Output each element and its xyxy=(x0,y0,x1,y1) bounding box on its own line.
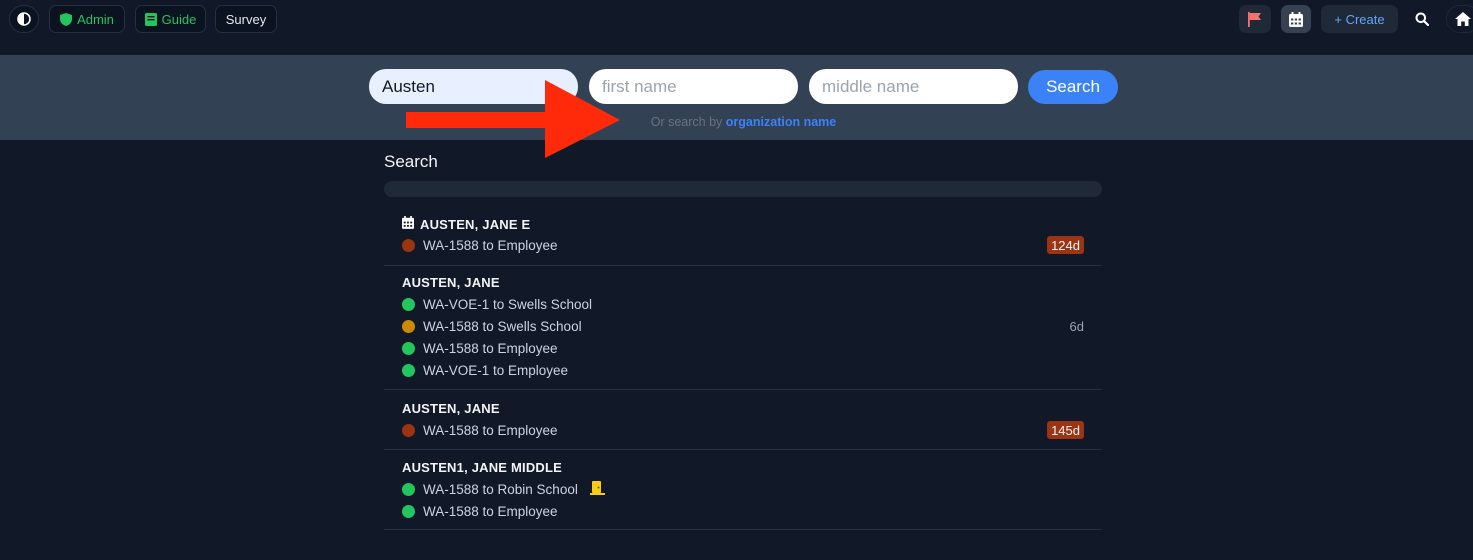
alternate-search-hint: Or search by organization name xyxy=(0,115,1473,129)
form-label: WA-1588 to Swells School xyxy=(423,318,582,334)
search-button[interactable]: Search xyxy=(1028,70,1118,104)
person-name-text: AUSTEN, JANE xyxy=(402,401,500,416)
overdue-badge: 124d xyxy=(1047,236,1084,254)
flag-button[interactable] xyxy=(1239,5,1271,33)
survey-button[interactable]: Survey xyxy=(215,5,277,33)
status-dot-icon xyxy=(402,319,415,333)
result-card[interactable]: AUSTEN, JANE WA-VOE-1 to Swells School W… xyxy=(384,266,1102,390)
results-progress-fill xyxy=(384,181,1102,197)
status-dot-icon xyxy=(402,504,415,518)
form-label: WA-1588 to Employee xyxy=(423,422,558,438)
book-icon xyxy=(144,12,157,26)
contrast-icon xyxy=(17,12,31,26)
form-label: WA-1588 to Employee xyxy=(423,237,558,253)
form-row[interactable]: WA-1588 to Employee xyxy=(402,502,558,520)
calendar-button[interactable] xyxy=(1281,5,1311,33)
person-name: AUSTEN, JANE E xyxy=(402,216,530,232)
admin-label: Admin xyxy=(77,11,114,27)
door-icon xyxy=(589,480,605,498)
days-label: 6d xyxy=(1069,319,1084,334)
calendar-icon xyxy=(1289,11,1303,27)
person-name-text: AUSTEN, JANE xyxy=(402,275,500,290)
form-row[interactable]: WA-1588 to Employee xyxy=(402,421,558,439)
form-label: WA-1588 to Employee xyxy=(423,340,558,356)
result-card[interactable]: AUSTEN1, JANE MIDDLE WA-1588 to Robin Sc… xyxy=(384,450,1102,530)
shield-icon xyxy=(60,12,73,26)
form-row[interactable]: WA-1588 to Robin School xyxy=(402,480,605,498)
calendar-icon xyxy=(402,216,414,232)
guide-label: Guide xyxy=(161,11,197,27)
form-row[interactable]: WA-1588 to Employee xyxy=(402,236,558,254)
form-label: WA-1588 to Robin School xyxy=(423,481,578,497)
search-panel: Search Or search by organization name xyxy=(0,55,1473,140)
admin-button[interactable]: Admin xyxy=(49,5,125,33)
status-dot-icon xyxy=(402,482,415,496)
search-icon xyxy=(1415,12,1429,26)
form-label: WA-1588 to Employee xyxy=(423,503,558,519)
form-row[interactable]: WA-VOE-1 to Employee xyxy=(402,361,568,379)
overdue-badge: 145d xyxy=(1047,421,1084,439)
status-dot-icon xyxy=(402,423,415,437)
flag-icon xyxy=(1248,11,1262,27)
person-name-text: AUSTEN, JANE E xyxy=(420,216,531,232)
global-search-button[interactable] xyxy=(1407,5,1437,33)
status-dot-icon xyxy=(402,341,415,355)
form-label: WA-VOE-1 to Employee xyxy=(423,362,569,378)
person-name-text: AUSTEN1, JANE MIDDLE xyxy=(402,460,563,475)
top-toolbar: Admin Guide Survey + Create xyxy=(0,0,1473,38)
result-card[interactable]: AUSTEN, JANE WA-1588 to Employee 145d xyxy=(384,390,1102,450)
annotation-arrow-icon xyxy=(406,80,620,158)
middle-name-input[interactable] xyxy=(809,69,1018,104)
organization-search-link[interactable]: organization name xyxy=(726,115,836,129)
results-title: Search xyxy=(384,152,438,171)
result-card[interactable]: AUSTEN, JANE E WA-1588 to Employee 124d xyxy=(384,207,1102,266)
form-label: WA-VOE-1 to Swells School xyxy=(423,296,593,312)
person-name: AUSTEN, JANE xyxy=(402,275,500,290)
person-name: AUSTEN, JANE xyxy=(402,401,500,416)
guide-button[interactable]: Guide xyxy=(135,5,206,33)
status-dot-icon xyxy=(402,363,415,377)
results-progress-bar xyxy=(384,181,1102,197)
home-button[interactable] xyxy=(1446,5,1473,33)
status-dot-icon xyxy=(402,297,415,311)
theme-toggle-button[interactable] xyxy=(9,5,39,33)
status-dot-icon xyxy=(402,238,415,252)
create-label: + Create xyxy=(1334,11,1385,27)
survey-label: Survey xyxy=(225,11,267,27)
person-name: AUSTEN1, JANE MIDDLE xyxy=(402,460,562,475)
form-row[interactable]: WA-1588 to Employee xyxy=(402,339,558,357)
create-button[interactable]: + Create xyxy=(1321,5,1398,33)
form-row[interactable]: WA-VOE-1 to Swells School xyxy=(402,295,592,313)
alternate-search-text: Or search by xyxy=(650,115,723,129)
form-row[interactable]: WA-1588 to Swells School xyxy=(402,317,582,335)
home-icon xyxy=(1455,12,1471,26)
